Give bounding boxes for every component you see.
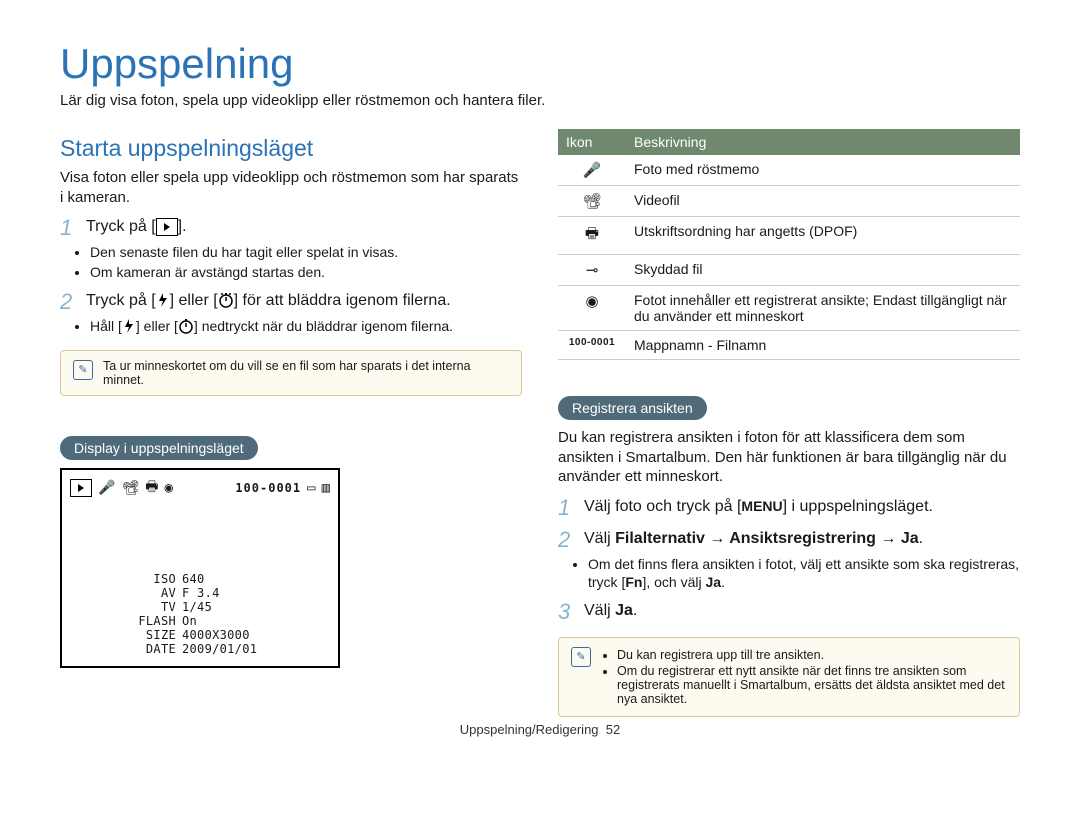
play-icon	[156, 218, 178, 236]
face-icon: ◉	[164, 480, 172, 496]
table-row: ⊸Skyddad fil	[558, 255, 1020, 286]
face-detect-icon: ◉	[558, 286, 626, 331]
page-intro: Lär dig visa foton, spela upp videoklipp…	[60, 92, 1020, 109]
flash-icon	[156, 292, 170, 308]
step-1: 1 Tryck på [].	[60, 217, 522, 239]
rstep-1: 1 Välj foto och tryck på [MENU] i uppspe…	[558, 497, 1020, 519]
camera-lcd-preview: 🎤 📽 🖶 ◉ 100-0001 ▭ ▥ ISO640 AVF 3.4 TV1/…	[60, 468, 340, 668]
rstep-2: 2 Välj Filalternativ → Ansiktsregistreri…	[558, 529, 1020, 551]
filename-icon: 100-0001	[558, 331, 626, 360]
pill-register-faces: Registrera ansikten	[558, 396, 707, 420]
step-text: Tryck på [] eller [] för att bläddra ige…	[86, 291, 451, 313]
menu-button-label: MENU	[741, 497, 782, 515]
timer-icon	[218, 292, 234, 308]
video-icon: 📽	[121, 480, 139, 496]
icon-description-table: Ikon Beskrivning 🎤Foto med röstmemo 📽Vid…	[558, 129, 1020, 360]
step-1-bullets: Den senaste filen du har tagit eller spe…	[90, 243, 522, 281]
printer-icon: 🖶	[145, 476, 158, 500]
mic-icon: 🎤	[98, 480, 115, 496]
filename-label: 100-0001	[235, 481, 301, 495]
rstep-2-bullets: Om det finns flera ansikten i fotot, väl…	[588, 555, 1020, 591]
lock-icon: ⊸	[558, 255, 626, 286]
page-title: Uppspelning	[60, 40, 1020, 88]
step-text: Tryck på [].	[86, 217, 187, 239]
section-lead: Visa foton eller spela upp videoklipp oc…	[60, 168, 522, 207]
note-icon: ✎	[73, 360, 93, 380]
left-column: Starta uppspelningsläget Visa foton elle…	[60, 129, 522, 731]
table-row: 🖶Utskriftsordning har angetts (DPOF)	[558, 217, 1020, 255]
card-icon: ▭	[307, 480, 315, 496]
step-2-bullets: Håll [] eller [] nedtryckt när du bläddr…	[90, 317, 522, 335]
table-row: 100-0001Mappnamn - Filnamn	[558, 331, 1020, 360]
pill-display-mode: Display i uppspelningsläget	[60, 436, 258, 460]
play-icon	[70, 479, 92, 497]
right-column: Ikon Beskrivning 🎤Foto med röstmemo 📽Vid…	[558, 129, 1020, 731]
note-box-memorycard: ✎ Ta ur minneskortet om du vill se en fi…	[60, 350, 522, 396]
register-intro: Du kan registrera ansikten i foton för a…	[558, 428, 1020, 487]
note-icon: ✎	[571, 647, 591, 667]
table-row: 📽Videofil	[558, 186, 1020, 217]
step-number: 2	[60, 291, 76, 313]
mic-icon: 🎤	[558, 155, 626, 186]
step-number: 1	[60, 217, 76, 239]
section-heading-playback: Starta uppspelningsläget	[60, 135, 522, 162]
page-footer: Uppspelning/Redigering 52	[0, 722, 1080, 737]
table-header-row: Ikon Beskrivning	[558, 129, 1020, 155]
exif-info: ISO640 AVF 3.4 TV1/45 FLASHOn SIZE4000X3…	[130, 572, 257, 656]
table-row: ◉Fotot innehåller ett registrerat ansikt…	[558, 286, 1020, 331]
note-box-faces: ✎ Du kan registrera upp till tre ansikte…	[558, 637, 1020, 717]
flash-icon	[122, 318, 136, 334]
video-icon: 📽	[558, 186, 626, 217]
rstep-3: 3 Välj Ja.	[558, 601, 1020, 623]
timer-icon	[178, 318, 194, 334]
step-2: 2 Tryck på [] eller [] för att bläddra i…	[60, 291, 522, 313]
battery-icon: ▥	[322, 480, 330, 496]
table-row: 🎤Foto med röstmemo	[558, 155, 1020, 186]
printer-icon: 🖶	[558, 217, 626, 255]
